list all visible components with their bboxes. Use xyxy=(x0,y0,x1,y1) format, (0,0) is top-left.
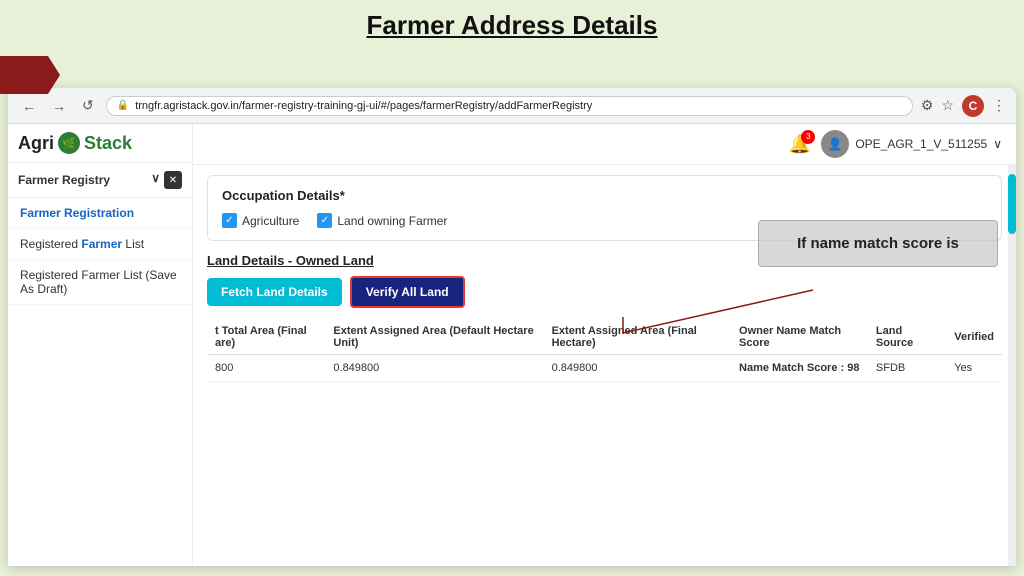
browser-profile-icon[interactable]: C xyxy=(962,95,984,117)
url-text: trngfr.agristack.gov.in/farmer-registry-… xyxy=(135,100,592,112)
nav-label-2: Registered Farmer List (Save As Draft) xyxy=(20,268,177,296)
scrollbar-thumb[interactable] xyxy=(1008,174,1016,234)
user-info: 👤 OPE_AGR_1_V_511255 ∨ xyxy=(821,130,1002,158)
dropdown-icon: ∨ xyxy=(151,171,160,189)
col-header-verified: Verified xyxy=(946,320,1002,355)
collapse-button[interactable]: ✕ xyxy=(164,171,182,189)
browser-actions: ⚙ ☆ C ⋮ xyxy=(921,95,1006,117)
callout-text: If name match score is xyxy=(797,235,959,252)
sidebar-logo: Agri 🌿 Stack xyxy=(8,124,192,163)
occupation-title: Occupation Details* xyxy=(222,188,987,203)
cell-extent-final: 0.849800 xyxy=(544,355,731,382)
table-header-row: t Total Area (Final are) Extent Assigned… xyxy=(207,320,1002,355)
sidebar: Agri 🌿 Stack Farmer Registry ∨ ✕ Farmer … xyxy=(8,124,193,566)
checkbox-land-owning[interactable]: ✓ Land owning Farmer xyxy=(317,213,447,228)
col-header-land-source: Land Source xyxy=(868,320,946,355)
table-row: 800 0.849800 0.849800 Name Match Score :… xyxy=(207,355,1002,382)
back-button[interactable]: ← xyxy=(18,96,40,116)
forward-button[interactable]: → xyxy=(48,96,70,116)
verify-all-land-button[interactable]: Verify All Land xyxy=(350,276,465,308)
logo-agri-text: Agri xyxy=(18,133,54,154)
notification-icon[interactable]: 🔔 3 xyxy=(789,134,811,155)
menu-icon[interactable]: ⋮ xyxy=(992,97,1006,114)
settings-icon[interactable]: ⚙ xyxy=(921,97,934,114)
sidebar-section-label: Farmer Registry xyxy=(18,173,110,187)
sidebar-item-farmer-registration[interactable]: Farmer Registration xyxy=(8,198,192,229)
star-icon[interactable]: ☆ xyxy=(941,97,954,114)
user-dropdown-icon[interactable]: ∨ xyxy=(993,137,1002,151)
sidebar-item-registered-farmer-list-draft[interactable]: Registered Farmer List (Save As Draft) xyxy=(8,260,192,305)
cell-extent-default: 0.849800 xyxy=(325,355,543,382)
browser-window: ← → ↺ 🔒 trngfr.agristack.gov.in/farmer-r… xyxy=(8,88,1016,566)
checkbox-land-owning-label: Land owning Farmer xyxy=(337,214,447,228)
logo-icon: 🌿 xyxy=(58,132,80,154)
check-icon-agriculture: ✓ xyxy=(222,213,237,228)
cell-land-source: SFDB xyxy=(868,355,946,382)
nav-label-0: Farmer Registration xyxy=(20,206,134,220)
scrollbar-track xyxy=(1008,164,1016,566)
slide-background: Farmer Address Details ← → ↺ 🔒 trngfr.ag… xyxy=(0,0,1024,576)
avatar-icon: 👤 xyxy=(828,137,843,151)
app-layout: Agri 🌿 Stack Farmer Registry ∨ ✕ Farmer … xyxy=(8,124,1016,566)
user-name: OPE_AGR_1_V_511255 xyxy=(855,137,987,151)
sidebar-section-header[interactable]: Farmer Registry ∨ ✕ xyxy=(8,163,192,198)
col-header-extent-default: Extent Assigned Area (Default Hectare Un… xyxy=(325,320,543,355)
cell-total-area: 800 xyxy=(207,355,325,382)
topbar: 🔔 3 👤 OPE_AGR_1_V_511255 ∨ xyxy=(193,124,1016,165)
nav-label-1: Registered Farmer List xyxy=(20,237,144,251)
cell-verified: Yes xyxy=(946,355,1002,382)
land-buttons: Fetch Land Details Verify All Land xyxy=(207,276,1002,308)
sidebar-item-registered-farmer-list[interactable]: Registered Farmer List xyxy=(8,229,192,260)
slide-title: Farmer Address Details xyxy=(0,0,1024,47)
refresh-button[interactable]: ↺ xyxy=(78,95,98,116)
fetch-land-details-button[interactable]: Fetch Land Details xyxy=(207,278,342,306)
user-avatar: 👤 xyxy=(821,130,849,158)
notification-badge: 3 xyxy=(801,130,815,144)
main-content: Occupation Details* ✓ Agriculture ✓ Land… xyxy=(193,165,1016,566)
checkbox-agriculture[interactable]: ✓ Agriculture xyxy=(222,213,299,228)
browser-chrome: ← → ↺ 🔒 trngfr.agristack.gov.in/farmer-r… xyxy=(8,88,1016,124)
red-arrow-decoration xyxy=(0,56,60,94)
col-header-name-match: Owner Name Match Score xyxy=(731,320,868,355)
col-header-extent-final: Extent Assigned Area (Final Hectare) xyxy=(544,320,731,355)
logo-stack-text: Stack xyxy=(84,133,132,154)
checkbox-agriculture-label: Agriculture xyxy=(242,214,299,228)
secure-icon: 🔒 xyxy=(117,100,129,111)
cell-name-match-score: Name Match Score : 98 xyxy=(731,355,868,382)
land-section: Land Details - Owned Land Fetch Land Det… xyxy=(207,253,1002,382)
land-table: t Total Area (Final are) Extent Assigned… xyxy=(207,320,1002,382)
url-bar[interactable]: 🔒 trngfr.agristack.gov.in/farmer-registr… xyxy=(106,96,913,116)
callout-box: If name match score is xyxy=(758,220,998,267)
col-header-total-area: t Total Area (Final are) xyxy=(207,320,325,355)
check-icon-land-owning: ✓ xyxy=(317,213,332,228)
